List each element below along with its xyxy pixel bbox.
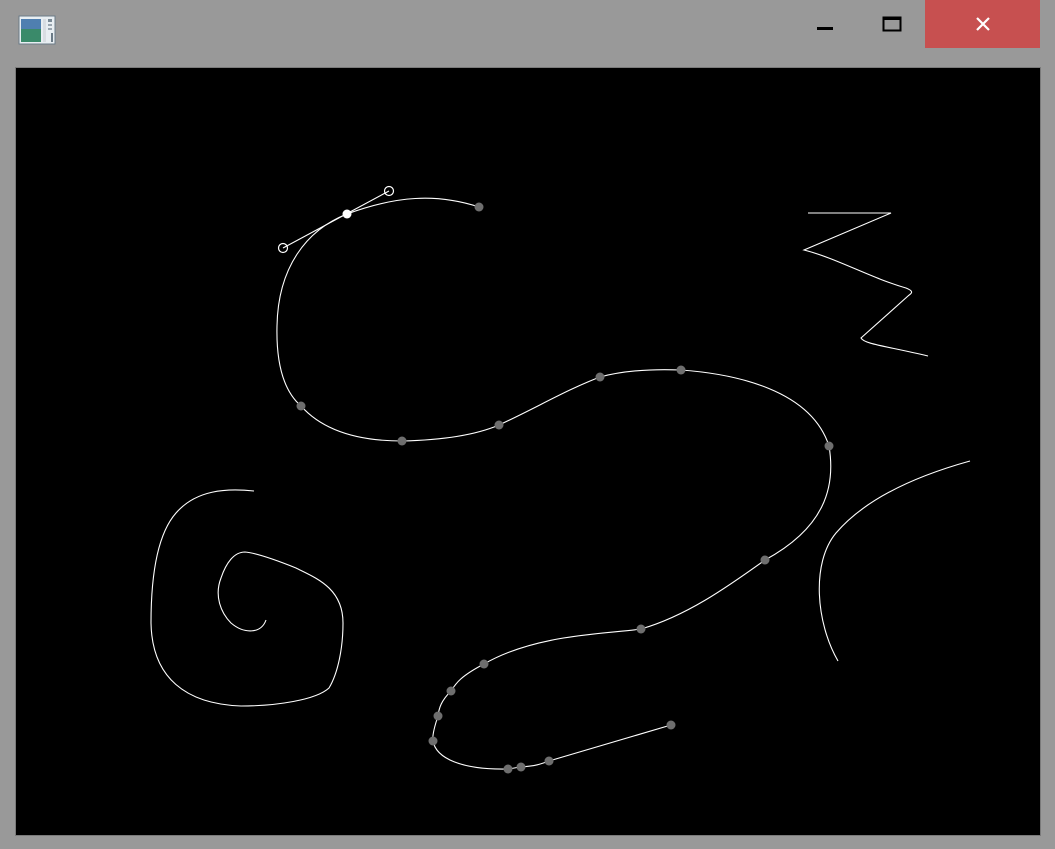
selected-point[interactable] [342, 209, 352, 219]
control-point[interactable] [494, 420, 504, 430]
maximize-icon [882, 16, 902, 32]
control-point[interactable] [428, 736, 438, 746]
control-point[interactable] [595, 372, 605, 382]
control-point[interactable] [824, 441, 834, 451]
title-bar [0, 0, 1055, 50]
spiral-stroke [150, 489, 344, 707]
control-point[interactable] [676, 365, 686, 375]
right-arc-stroke [818, 460, 971, 662]
close-icon [975, 17, 990, 31]
control-point[interactable] [516, 762, 526, 772]
selected-bezier-curve[interactable] [276, 197, 832, 770]
control-point[interactable] [433, 711, 443, 721]
control-point[interactable] [636, 624, 646, 634]
minimize-button[interactable] [795, 0, 855, 48]
control-point[interactable] [446, 686, 456, 696]
curves-layer [150, 185, 971, 774]
application-icon[interactable] [18, 15, 56, 45]
zigzag-stroke [802, 212, 929, 357]
control-point[interactable] [544, 756, 554, 766]
control-point[interactable] [397, 436, 407, 446]
tangent-handle [282, 190, 390, 249]
minimize-icon [817, 27, 833, 30]
control-point[interactable] [760, 555, 770, 565]
drawing-canvas[interactable] [15, 67, 1041, 836]
close-button[interactable] [925, 0, 1040, 48]
control-point[interactable] [479, 659, 489, 669]
control-point[interactable] [503, 764, 513, 774]
control-point[interactable] [666, 720, 676, 730]
control-point[interactable] [296, 401, 306, 411]
maximize-button[interactable] [862, 0, 922, 48]
control-point[interactable] [474, 202, 484, 212]
